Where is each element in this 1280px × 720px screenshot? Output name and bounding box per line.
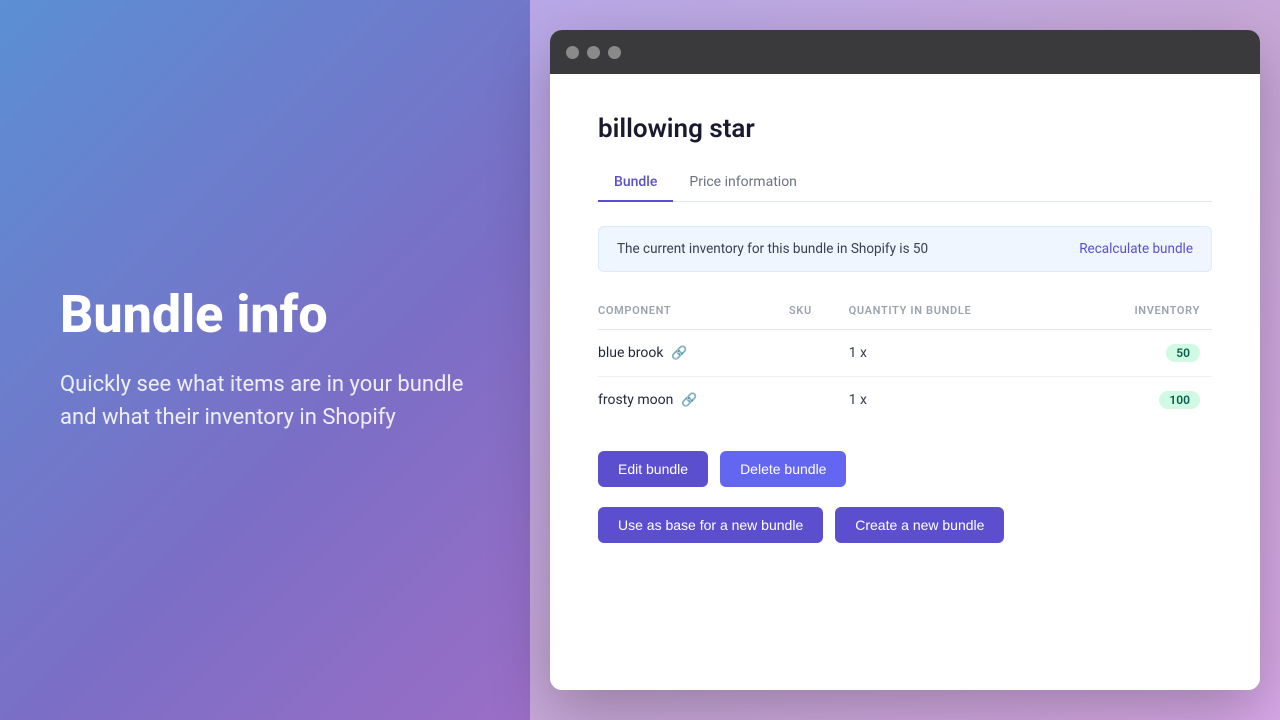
inventory-cell-1: 50 xyxy=(1079,330,1212,377)
edit-bundle-button[interactable]: Edit bundle xyxy=(598,451,708,487)
recalculate-link[interactable]: Recalculate bundle xyxy=(1079,241,1193,257)
traffic-light-minimize[interactable] xyxy=(587,46,600,59)
component-name-2: frosty moon xyxy=(598,392,673,408)
component-cell-2: frosty moon 🔗 xyxy=(598,377,789,424)
col-sku: SKU xyxy=(789,296,849,330)
use-as-base-button[interactable]: Use as base for a new bundle xyxy=(598,507,823,543)
table-row: blue brook 🔗 1 x 50 xyxy=(598,330,1212,377)
col-inventory: INVENTORY xyxy=(1079,296,1212,330)
create-new-bundle-button[interactable]: Create a new bundle xyxy=(835,507,1004,543)
info-banner: The current inventory for this bundle in… xyxy=(598,226,1212,272)
info-banner-text: The current inventory for this bundle in… xyxy=(617,241,928,257)
quantity-cell-2: 1 x xyxy=(849,377,1080,424)
delete-bundle-button[interactable]: Delete bundle xyxy=(720,451,846,487)
browser-titlebar xyxy=(550,30,1260,74)
tabs-container: Bundle Price information xyxy=(598,164,1212,202)
traffic-light-close[interactable] xyxy=(566,46,579,59)
sku-cell-2 xyxy=(789,377,849,424)
component-cell-1: blue brook 🔗 xyxy=(598,330,789,377)
secondary-button-row: Use as base for a new bundle Create a ne… xyxy=(598,507,1212,543)
link-icon-2[interactable]: 🔗 xyxy=(681,393,697,408)
col-component: COMPONENT xyxy=(598,296,789,330)
browser-content: billowing star Bundle Price information … xyxy=(550,74,1260,690)
page-title: billowing star xyxy=(598,114,1212,144)
inventory-badge-1: 50 xyxy=(1166,344,1200,362)
right-panel: billowing star Bundle Price information … xyxy=(530,0,1280,720)
link-icon-1[interactable]: 🔗 xyxy=(671,346,687,361)
sku-cell-1 xyxy=(789,330,849,377)
inventory-cell-2: 100 xyxy=(1079,377,1212,424)
quantity-cell-1: 1 x xyxy=(849,330,1080,377)
traffic-light-maximize[interactable] xyxy=(608,46,621,59)
tab-price-information[interactable]: Price information xyxy=(673,164,813,202)
inventory-badge-2: 100 xyxy=(1159,391,1200,409)
bundle-table: COMPONENT SKU QUANTITY IN BUNDLE INVENTO… xyxy=(598,296,1212,423)
hero-description: Quickly see what items are in your bundl… xyxy=(60,368,470,434)
col-quantity: QUANTITY IN BUNDLE xyxy=(849,296,1080,330)
component-name-1: blue brook xyxy=(598,345,663,361)
hero-heading: Bundle info xyxy=(60,286,470,343)
tab-bundle[interactable]: Bundle xyxy=(598,164,673,202)
left-panel: Bundle info Quickly see what items are i… xyxy=(0,0,530,720)
primary-button-row: Edit bundle Delete bundle xyxy=(598,451,1212,487)
browser-window: billowing star Bundle Price information … xyxy=(550,30,1260,690)
table-row: frosty moon 🔗 1 x 100 xyxy=(598,377,1212,424)
